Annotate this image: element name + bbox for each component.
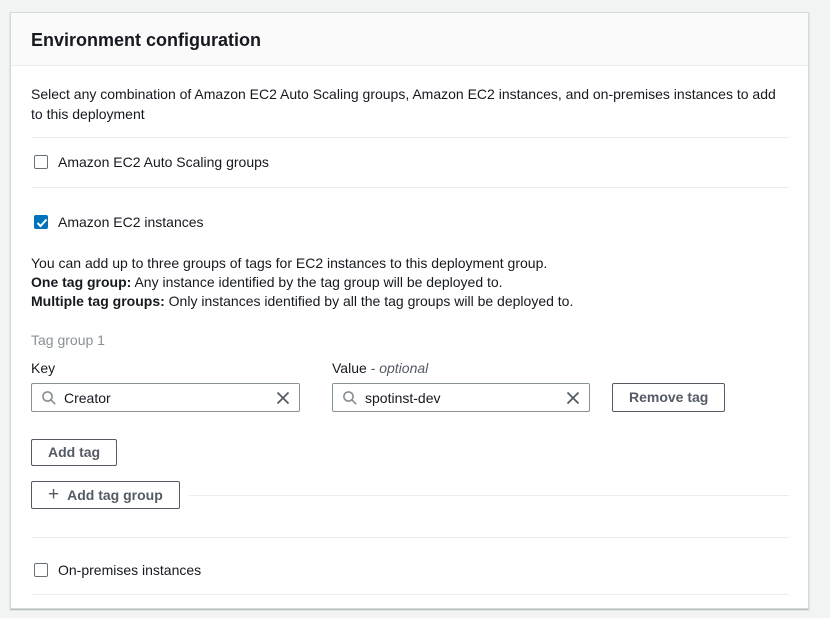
tag-help-line-2: One tag group: Any instance identified b… [31,273,789,292]
add-tag-group-row: + Add tag group [31,481,789,509]
panel-header: Environment configuration [11,13,808,66]
key-clear-button[interactable] [275,390,291,406]
search-icon [41,390,57,406]
close-icon [565,390,581,406]
on-premises-checkbox[interactable] [34,563,48,577]
page: { "panel": { "title": "Environment confi… [0,0,830,618]
on-premises-label: On-premises instances [58,562,201,578]
add-tag-group-label: Add tag group [67,482,163,509]
environment-configuration-panel: Environment configuration Select any com… [10,12,809,609]
tag-group-title: Tag group 1 [31,332,789,348]
value-clear-button[interactable] [565,390,581,406]
checkmark-icon [36,218,48,228]
checkbox-row-ec2-instances[interactable]: Amazon EC2 instances [31,188,789,230]
plus-icon: + [48,485,59,504]
ec2-instances-checkbox[interactable] [34,215,48,229]
field-labels-row: Key Value - optional [31,360,789,376]
panel-body: Select any combination of Amazon EC2 Aut… [11,66,808,595]
divider [189,495,789,496]
close-icon [275,390,291,406]
tag-fields-row: Remove tag [31,383,789,412]
remove-tag-button[interactable]: Remove tag [612,383,725,412]
tag-help-line-1: You can add up to three groups of tags f… [31,254,789,273]
ec2-instances-label: Amazon EC2 instances [58,214,204,230]
divider [31,594,789,595]
auto-scaling-groups-checkbox[interactable] [34,155,48,169]
value-field-label: Value - optional [332,360,428,376]
key-input[interactable] [32,384,299,411]
search-icon [342,390,358,406]
optional-hint: - optional [371,360,429,376]
key-field-label: Key [31,360,332,376]
panel-description: Select any combination of Amazon EC2 Aut… [31,84,789,124]
value-input[interactable] [333,384,589,411]
tag-help-text: You can add up to three groups of tags f… [31,254,789,311]
add-tag-button[interactable]: Add tag [31,439,117,466]
auto-scaling-groups-label: Amazon EC2 Auto Scaling groups [58,154,269,170]
checkbox-row-on-premises[interactable]: On-premises instances [31,538,789,594]
key-input-container [31,383,300,412]
checkbox-row-auto-scaling-groups[interactable]: Amazon EC2 Auto Scaling groups [31,138,789,187]
tag-help-line-3: Multiple tag groups: Only instances iden… [31,292,789,311]
add-tag-group-button[interactable]: + Add tag group [31,481,180,509]
value-input-container [332,383,590,412]
panel-title: Environment configuration [31,28,788,52]
